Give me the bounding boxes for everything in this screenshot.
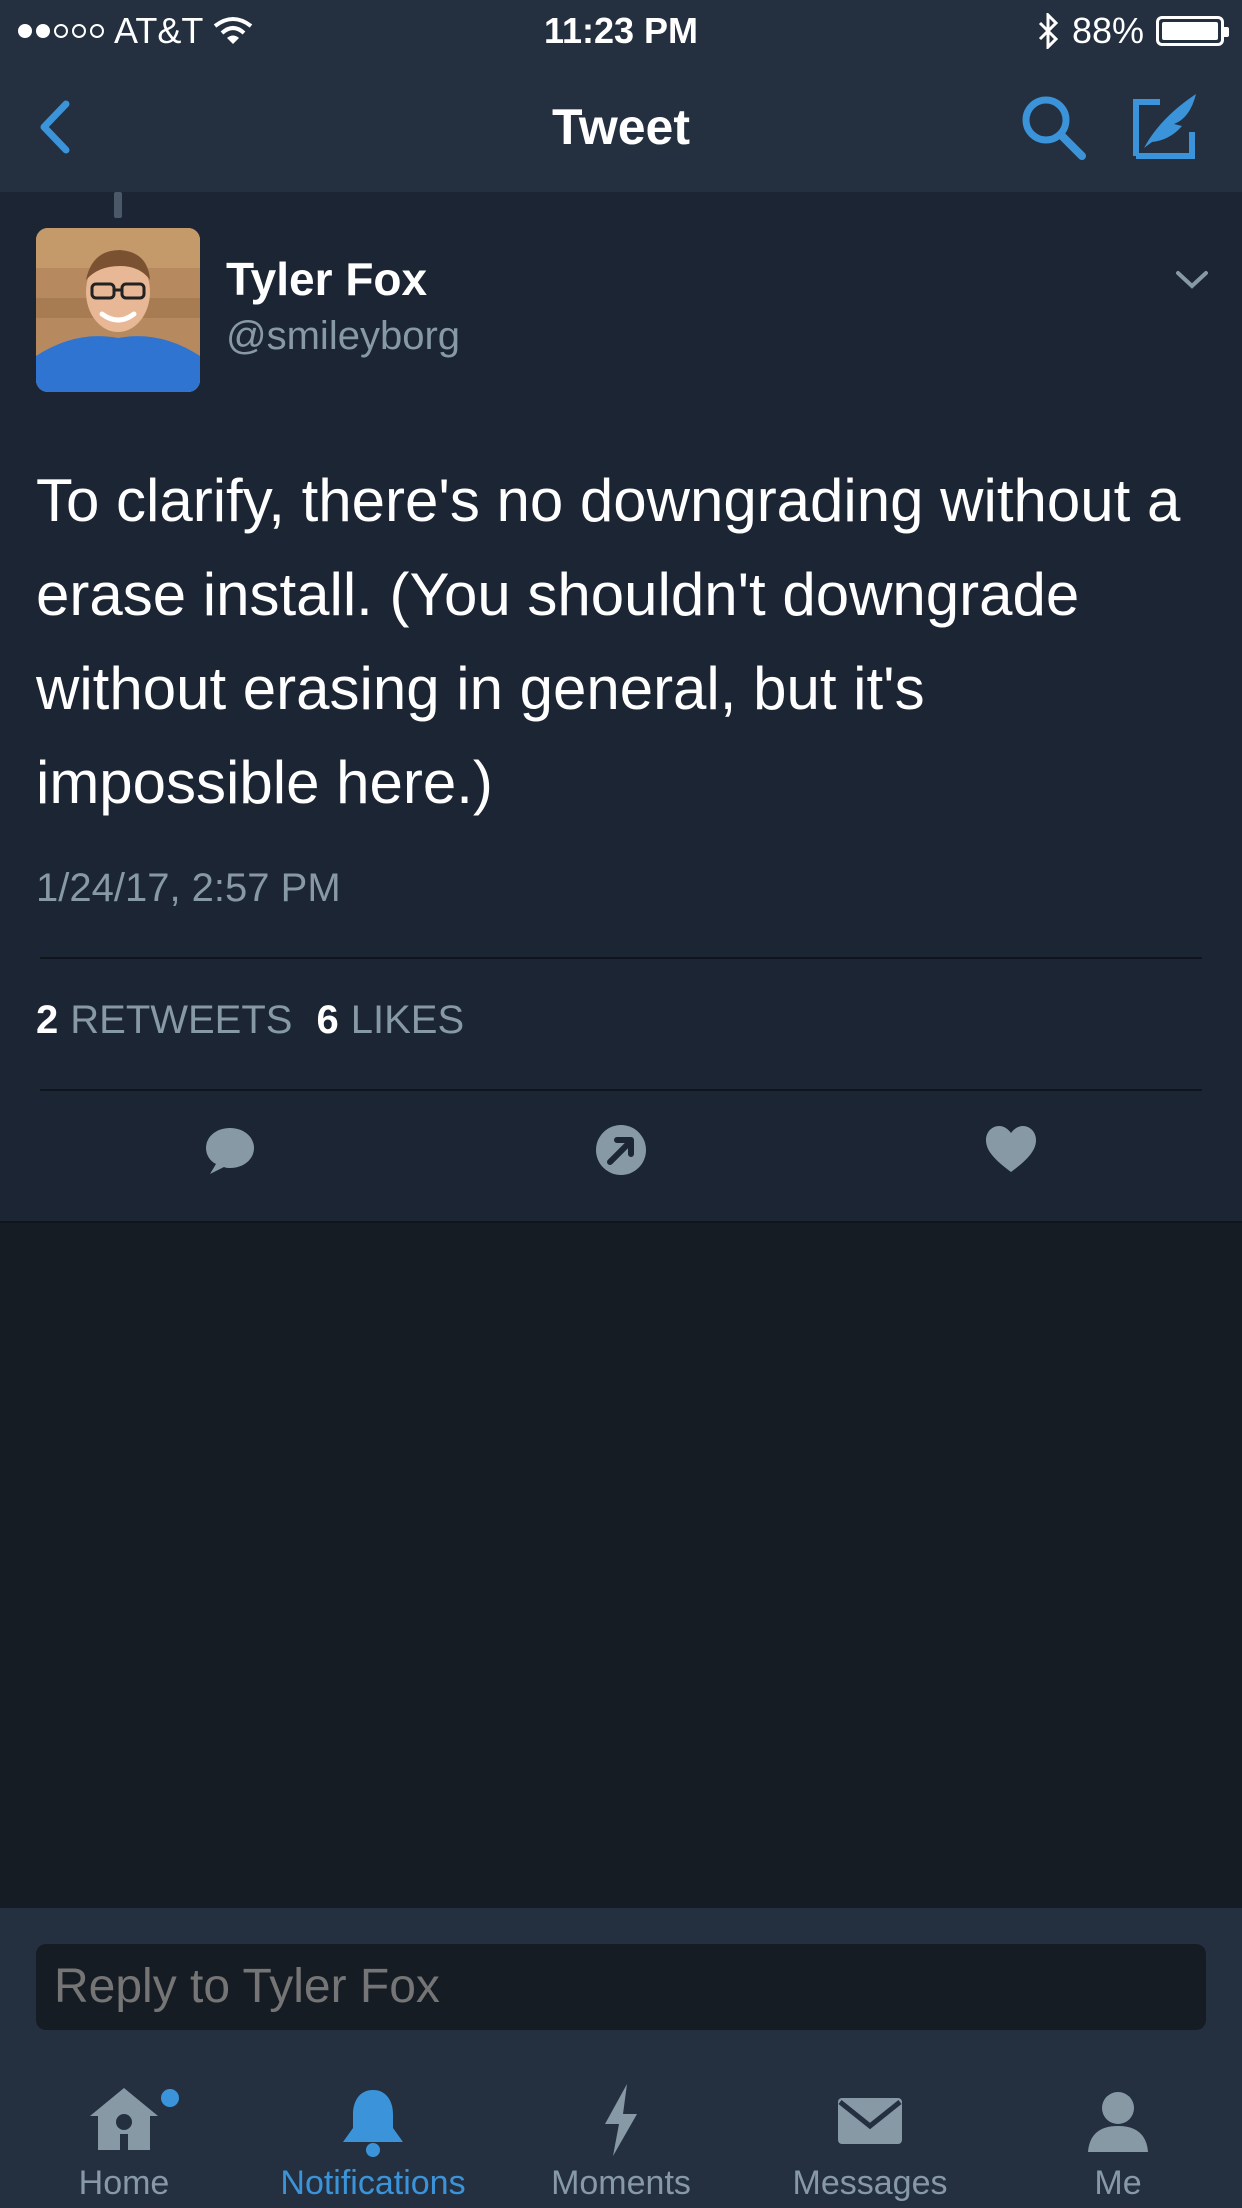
- thread-connector: [114, 192, 122, 218]
- author-name[interactable]: Tyler Fox: [226, 252, 427, 306]
- tweet-text: To clarify, there's no downgrading witho…: [36, 467, 1181, 816]
- retweets-stat[interactable]: 2 RETWEETS: [36, 998, 292, 1043]
- person-icon: [1088, 2092, 1148, 2152]
- tweet-detail: Tyler Fox @smileyborg To clarify, there'…: [0, 192, 1242, 1223]
- tab-label: Messages: [792, 2164, 948, 2202]
- retweets-label: RETWEETS: [70, 998, 293, 1042]
- envelope-icon: [838, 2098, 902, 2144]
- tweet-timestamp: 1/24/17, 2:57 PM: [36, 866, 341, 910]
- tab-me[interactable]: Me: [1008, 2080, 1228, 2203]
- tab-label: Me: [1094, 2164, 1142, 2202]
- tweet-stats: 2 RETWEETS 6 LIKES: [36, 998, 464, 1043]
- lightning-icon: [605, 2084, 637, 2156]
- status-right: 88%: [1036, 10, 1229, 52]
- divider: [40, 957, 1202, 959]
- tab-home[interactable]: Home: [14, 2080, 234, 2203]
- tab-label: Home: [78, 2164, 170, 2202]
- tab-messages[interactable]: Messages: [760, 2080, 980, 2203]
- bottom-bar: Home Notifications Moments Messages Me: [0, 1908, 1242, 2208]
- likes-stat[interactable]: 6 LIKES: [316, 998, 464, 1043]
- retweet-icon[interactable]: [593, 1122, 649, 1178]
- chevron-down-icon[interactable]: [1174, 268, 1210, 292]
- author-handle[interactable]: @smileyborg: [226, 314, 460, 359]
- battery-percent: 88%: [1071, 10, 1144, 51]
- reply-input[interactable]: [36, 1944, 1206, 2030]
- heart-icon[interactable]: [983, 1122, 1039, 1178]
- divider: [0, 1221, 1242, 1223]
- tab-moments[interactable]: Moments: [511, 2080, 731, 2203]
- tab-label: Notifications: [280, 2164, 466, 2202]
- likes-label: LIKES: [350, 998, 465, 1042]
- battery-icon: [1156, 16, 1229, 46]
- retweets-count: 2: [36, 998, 59, 1042]
- bluetooth-icon: [1038, 13, 1059, 49]
- status-bar: AT&T 11:23 PM 88%: [0, 0, 1242, 62]
- avatar-image: [36, 228, 200, 392]
- avatar[interactable]: [36, 228, 200, 392]
- divider: [40, 1089, 1202, 1091]
- likes-count: 6: [316, 998, 339, 1042]
- notification-badge-icon: [158, 2086, 182, 2110]
- home-icon: [90, 2088, 158, 2150]
- tab-notifications[interactable]: Notifications: [263, 2080, 483, 2203]
- search-icon[interactable]: [1018, 92, 1090, 164]
- bell-icon: [343, 2090, 403, 2157]
- reply-icon[interactable]: [202, 1122, 258, 1178]
- navigation-bar: Tweet: [0, 62, 1242, 192]
- compose-tweet-icon[interactable]: [1130, 88, 1202, 164]
- tab-label: Moments: [551, 2164, 691, 2202]
